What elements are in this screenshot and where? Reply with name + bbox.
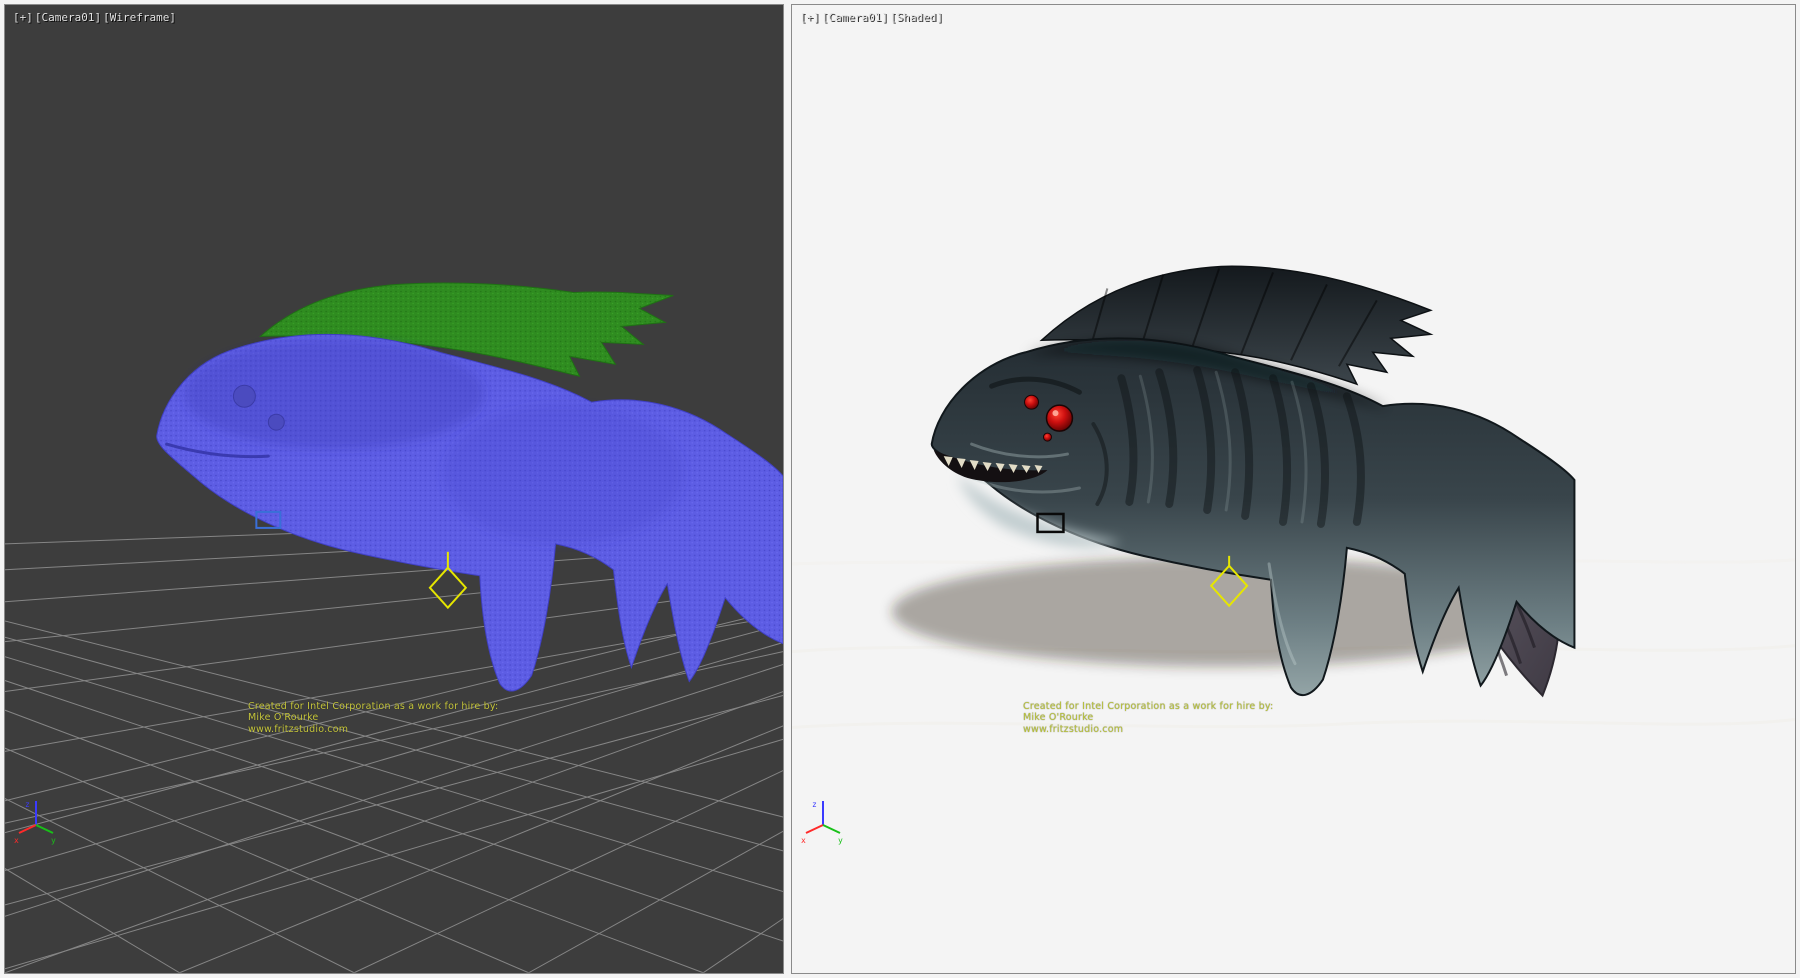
credit-text-right: Created for Intel Corporation as a work …: [1023, 701, 1273, 735]
viewport-plus-menu[interactable]: [+]: [800, 11, 820, 24]
shaded-canvas[interactable]: [792, 5, 1795, 973]
credit-line-2: Mike O'Rourke: [248, 712, 498, 723]
viewport-label-right: [+] [Camera01] [Shaded]: [800, 11, 943, 24]
viewport-plus-menu[interactable]: [+]: [13, 11, 33, 24]
credit-text-left: Created for Intel Corporation as a work …: [248, 701, 498, 735]
axis-y-label: y: [838, 836, 843, 845]
eye-small[interactable]: [1025, 395, 1039, 409]
viewport-shading-menu[interactable]: [Shaded]: [890, 11, 943, 24]
credit-line-2: Mike O'Rourke: [1023, 712, 1273, 723]
wireframe-canvas[interactable]: [5, 5, 783, 973]
world-axis-tripod: z x y: [800, 793, 846, 847]
axis-y-label: y: [51, 836, 56, 845]
axis-y-line: [823, 825, 840, 833]
dual-viewport-stage: [+] [Camera01] [Wireframe] Created for I…: [0, 0, 1800, 978]
viewport-shaded[interactable]: [+] [Camera01] [Shaded] Created for Inte…: [791, 4, 1796, 974]
wireframe-shading-smudge: [185, 339, 484, 449]
viewport-shading-menu[interactable]: [Wireframe]: [103, 11, 176, 24]
wireframe-shading-smudge-2: [444, 404, 683, 544]
axis-x-label: x: [801, 836, 806, 845]
viewport-camera-menu[interactable]: [Camera01]: [35, 11, 101, 24]
axis-z-label: z: [25, 800, 30, 809]
axis-z-label: z: [812, 800, 817, 809]
wireframe-eye-small[interactable]: [268, 414, 284, 430]
wireframe-fish-model[interactable]: [157, 283, 783, 691]
credit-line-1: Created for Intel Corporation as a work …: [1023, 701, 1273, 712]
eye-tiny[interactable]: [1043, 433, 1051, 441]
world-axis-tripod: z x y: [13, 793, 59, 847]
credit-line-3: www.fritzstudio.com: [248, 724, 498, 735]
axis-x-line: [19, 825, 36, 833]
credit-line-1: Created for Intel Corporation as a work …: [248, 701, 498, 712]
viewport-label-left: [+] [Camera01] [Wireframe]: [13, 11, 176, 24]
viewport-camera-menu[interactable]: [Camera01]: [822, 11, 888, 24]
axis-y-line: [36, 825, 53, 833]
wireframe-eye-large[interactable]: [233, 385, 255, 407]
axis-x-line: [806, 825, 823, 833]
viewport-wireframe[interactable]: [+] [Camera01] [Wireframe] Created for I…: [4, 4, 784, 974]
axis-x-label: x: [14, 836, 19, 845]
credit-line-3: www.fritzstudio.com: [1023, 724, 1273, 735]
eye-large[interactable]: [1046, 405, 1072, 431]
eye-large-highlight: [1052, 410, 1058, 416]
